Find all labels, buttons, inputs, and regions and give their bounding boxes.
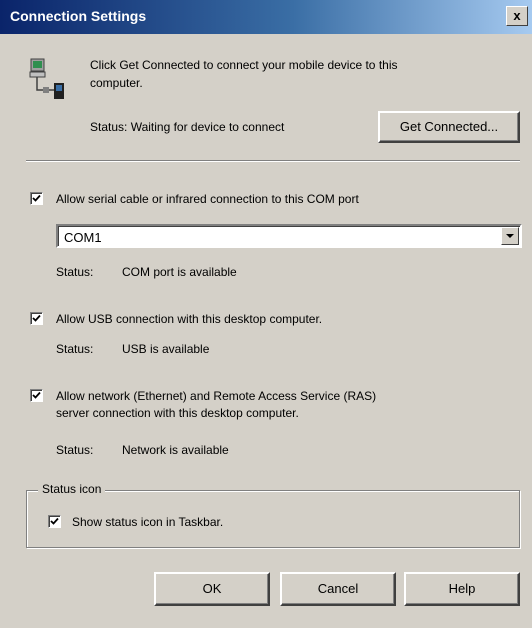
network-status-value: Network is available bbox=[122, 443, 229, 457]
close-button[interactable]: x bbox=[506, 6, 528, 26]
get-connected-button[interactable]: Get Connected... bbox=[378, 111, 520, 143]
ok-button[interactable]: OK bbox=[154, 572, 270, 606]
usb-status-label: Status: bbox=[56, 342, 94, 356]
connection-status-text: Status: Waiting for device to connect bbox=[90, 120, 285, 134]
network-status-label: Status: bbox=[56, 443, 94, 457]
intro-text-line2: computer. bbox=[90, 76, 143, 90]
network-checkbox[interactable] bbox=[30, 389, 43, 402]
network-label-line2[interactable]: server connection with this desktop comp… bbox=[56, 406, 299, 420]
intro-text-line1: Click Get Connected to connect your mobi… bbox=[90, 58, 398, 72]
help-button[interactable]: Help bbox=[404, 572, 520, 606]
cancel-button[interactable]: Cancel bbox=[280, 572, 396, 606]
serial-label[interactable]: Allow serial cable or infrared connectio… bbox=[56, 192, 359, 206]
check-icon bbox=[32, 194, 41, 202]
close-icon: x bbox=[513, 8, 521, 23]
network-label-line1[interactable]: Allow network (Ethernet) and Remote Acce… bbox=[56, 389, 376, 403]
show-status-icon-checkbox[interactable] bbox=[48, 515, 61, 528]
dropdown-arrow-button[interactable] bbox=[501, 227, 519, 245]
connection-settings-dialog: Connection Settings x Click Get Connecte… bbox=[0, 0, 532, 628]
separator bbox=[26, 160, 520, 162]
serial-status-value: COM port is available bbox=[122, 265, 237, 279]
com-port-select[interactable]: COM1 bbox=[56, 224, 522, 248]
title-bar[interactable]: Connection Settings x bbox=[0, 0, 532, 34]
serial-checkbox[interactable] bbox=[30, 192, 43, 205]
status-icon-group-legend: Status icon bbox=[38, 482, 106, 496]
usb-checkbox[interactable] bbox=[30, 312, 43, 325]
usb-status-value: USB is available bbox=[122, 342, 210, 356]
show-status-icon-label[interactable]: Show status icon in Taskbar. bbox=[72, 515, 223, 529]
usb-label[interactable]: Allow USB connection with this desktop c… bbox=[56, 312, 322, 326]
check-icon bbox=[50, 517, 59, 525]
com-port-value: COM1 bbox=[64, 230, 102, 245]
mobile-device-icon bbox=[29, 58, 64, 99]
dialog-title: Connection Settings bbox=[10, 8, 147, 24]
check-icon bbox=[32, 391, 41, 399]
chevron-down-icon bbox=[506, 234, 514, 238]
serial-status-label: Status: bbox=[56, 265, 94, 279]
check-icon bbox=[32, 314, 41, 322]
